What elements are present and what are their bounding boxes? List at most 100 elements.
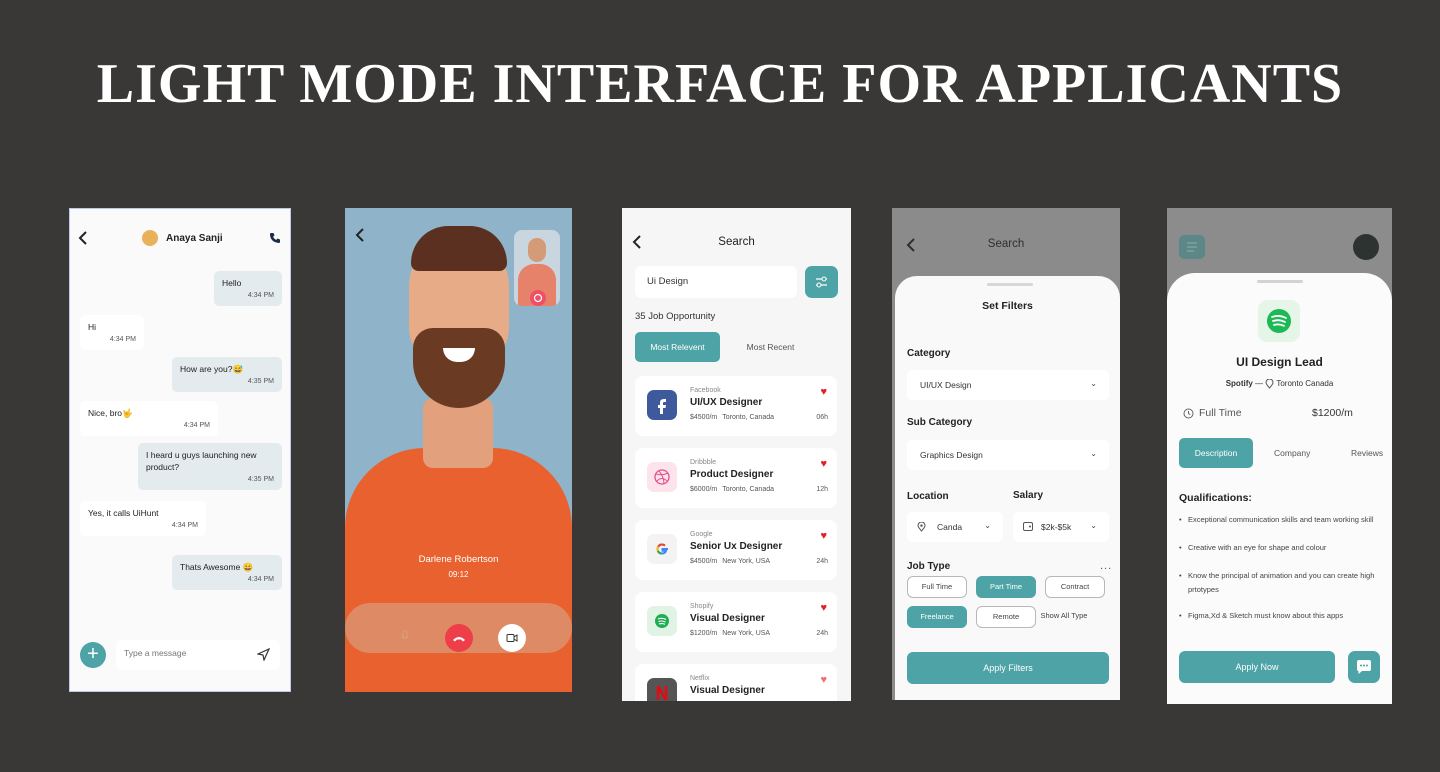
message-text: Yes, it calls UiHunt <box>88 508 159 518</box>
job-title: UI Design Lead <box>1236 355 1323 369</box>
chip-remote[interactable]: Remote <box>976 606 1036 628</box>
message-text: Hi <box>88 322 97 332</box>
company-name: Facebook <box>690 387 721 394</box>
message-text: How are you?😅 <box>180 364 244 374</box>
chip-contract[interactable]: Contract <box>1045 576 1105 598</box>
switch-camera-icon[interactable] <box>530 290 546 306</box>
heart-icon[interactable]: ♥ <box>820 602 827 614</box>
message-bubble: Thats Awesome 😄 4:34 PM <box>172 555 282 590</box>
message-bubble: I heard u guys launching new product? 4:… <box>138 443 282 490</box>
call-timer: 09:12 <box>448 570 469 579</box>
dribbble-icon <box>647 462 677 492</box>
heart-icon[interactable]: ♥ <box>820 386 827 398</box>
job-location: Toronto Canada <box>1276 379 1334 389</box>
location-label: Location <box>907 491 949 502</box>
apply-now-button[interactable]: Apply Now <box>1179 651 1335 683</box>
mic-icon[interactable] <box>401 630 409 642</box>
job-salary: $1200/m <box>690 630 718 637</box>
avatar[interactable] <box>142 230 158 246</box>
chevron-down-icon: ⌄ <box>1090 379 1097 388</box>
message-text: Hello <box>222 278 242 288</box>
page-headline: LIGHT MODE INTERFACE FOR APPLICANTS <box>96 53 1344 115</box>
send-icon[interactable] <box>257 648 270 661</box>
job-card[interactable]: Google Senior Ux Designer $4500/m New Yor… <box>635 520 837 580</box>
job-card[interactable]: Shopify Visual Designer $1200/m New York,… <box>635 592 837 652</box>
category-value: UI/UX Design <box>920 380 972 390</box>
job-meta: $6000/m Toronto, Canada <box>690 486 774 493</box>
spotify-icon <box>1258 300 1300 342</box>
job-card[interactable]: Dribbble Product Designer $6000/m Toronto… <box>635 448 837 508</box>
phone-icon[interactable] <box>269 232 281 244</box>
subcategory-select[interactable]: Graphics Design ⌄ <box>907 440 1109 470</box>
heart-icon[interactable]: ♥ <box>820 674 827 686</box>
heart-icon[interactable]: ♥ <box>820 530 827 542</box>
chat-icon[interactable] <box>1348 651 1380 683</box>
heart-icon[interactable]: ♥ <box>820 458 827 470</box>
job-title: UI/UX Designer <box>690 397 763 408</box>
list-item: Exceptional communication skills and tea… <box>1179 513 1384 527</box>
job-title: Visual Designer <box>690 613 765 624</box>
chevron-left-icon[interactable] <box>355 228 365 242</box>
tab-reviews[interactable]: Reviews <box>1351 438 1383 468</box>
netflix-icon <box>647 678 677 701</box>
video-camera-icon[interactable] <box>498 624 526 652</box>
filter-screen: Search Set Filters Category UI/UX Design… <box>892 208 1120 700</box>
show-all-types-link[interactable]: Show All Type <box>1033 606 1095 628</box>
search-input[interactable] <box>647 276 787 287</box>
job-meta: $4500/m New York, USA <box>690 558 770 565</box>
self-preview[interactable] <box>514 230 560 306</box>
job-salary: $1200/m <box>1312 407 1353 419</box>
tab-description[interactable]: Description <box>1179 438 1253 468</box>
more-icon[interactable]: ... <box>1100 560 1112 572</box>
search-box[interactable] <box>635 266 797 298</box>
job-location: Toronto, Canada <box>722 414 775 421</box>
message-input-box[interactable] <box>116 640 280 670</box>
chevron-down-icon: ⌄ <box>1090 449 1097 458</box>
sheet-handle[interactable] <box>987 283 1033 286</box>
company-name: Spotify <box>1225 379 1253 389</box>
chat-screen: Anaya Sanji Hello 4:34 PM Hi 4:34 PM How… <box>69 208 291 692</box>
job-meta: $1200/m New York, USA <box>690 630 770 637</box>
clock-icon <box>1183 408 1194 419</box>
job-title: Senior Ux Designer <box>690 541 783 552</box>
end-call-icon[interactable] <box>445 624 473 652</box>
avatar[interactable] <box>1353 234 1379 260</box>
result-count: 35 Job Opportunity <box>635 311 716 322</box>
page-title: Search <box>718 236 755 248</box>
chevron-down-icon: ⌄ <box>1090 521 1097 530</box>
tab-most-recent[interactable]: Most Recent <box>728 332 813 362</box>
caller-neck <box>423 398 493 468</box>
job-age: 24h <box>816 630 828 637</box>
chevron-left-icon[interactable] <box>78 231 88 245</box>
message-text: Thats Awesome 😄 <box>180 562 254 572</box>
sheet-handle[interactable] <box>1257 280 1303 283</box>
job-card[interactable]: Netflix Visual Designer ♥ <box>635 664 837 701</box>
message-time: 4:35 PM <box>247 476 274 483</box>
job-card[interactable]: Facebook UI/UX Designer $4500/m Toronto, … <box>635 376 837 436</box>
message-time: 4:35 PM <box>247 378 274 385</box>
shopify-icon <box>647 606 677 636</box>
job-detail-screen: UI Design Lead Spotify — Toronto Canada … <box>1167 208 1392 704</box>
message-time: 4:34 PM <box>183 422 210 429</box>
job-age: 24h <box>816 558 828 565</box>
caller-hair <box>411 226 507 271</box>
category-label: Category <box>907 348 951 359</box>
chip-part-time[interactable]: Part Time <box>976 576 1036 598</box>
category-select[interactable]: UI/UX Design ⌄ <box>907 370 1109 400</box>
tab-most-relevant[interactable]: Most Relevent <box>635 332 720 362</box>
salary-select[interactable]: $2k-$5k ⌄ <box>1013 512 1109 542</box>
job-salary: $4500/m <box>690 558 718 565</box>
menu-icon[interactable] <box>1179 235 1205 259</box>
sheet-title: Set Filters <box>982 300 1033 312</box>
tab-company[interactable]: Company <box>1274 438 1310 468</box>
filter-icon[interactable] <box>805 266 838 298</box>
message-input[interactable] <box>124 648 244 658</box>
plus-icon[interactable]: + <box>80 642 106 668</box>
apply-filters-button[interactable]: Apply Filters <box>907 652 1109 684</box>
wallet-icon <box>1023 522 1033 531</box>
chip-freelance[interactable]: Freelance <box>907 606 967 628</box>
chip-full-time[interactable]: Full Time <box>907 576 967 598</box>
company-name: Google <box>690 531 713 538</box>
message-time: 4:34 PM <box>247 292 274 299</box>
location-select[interactable]: Canda ⌄ <box>907 512 1003 542</box>
